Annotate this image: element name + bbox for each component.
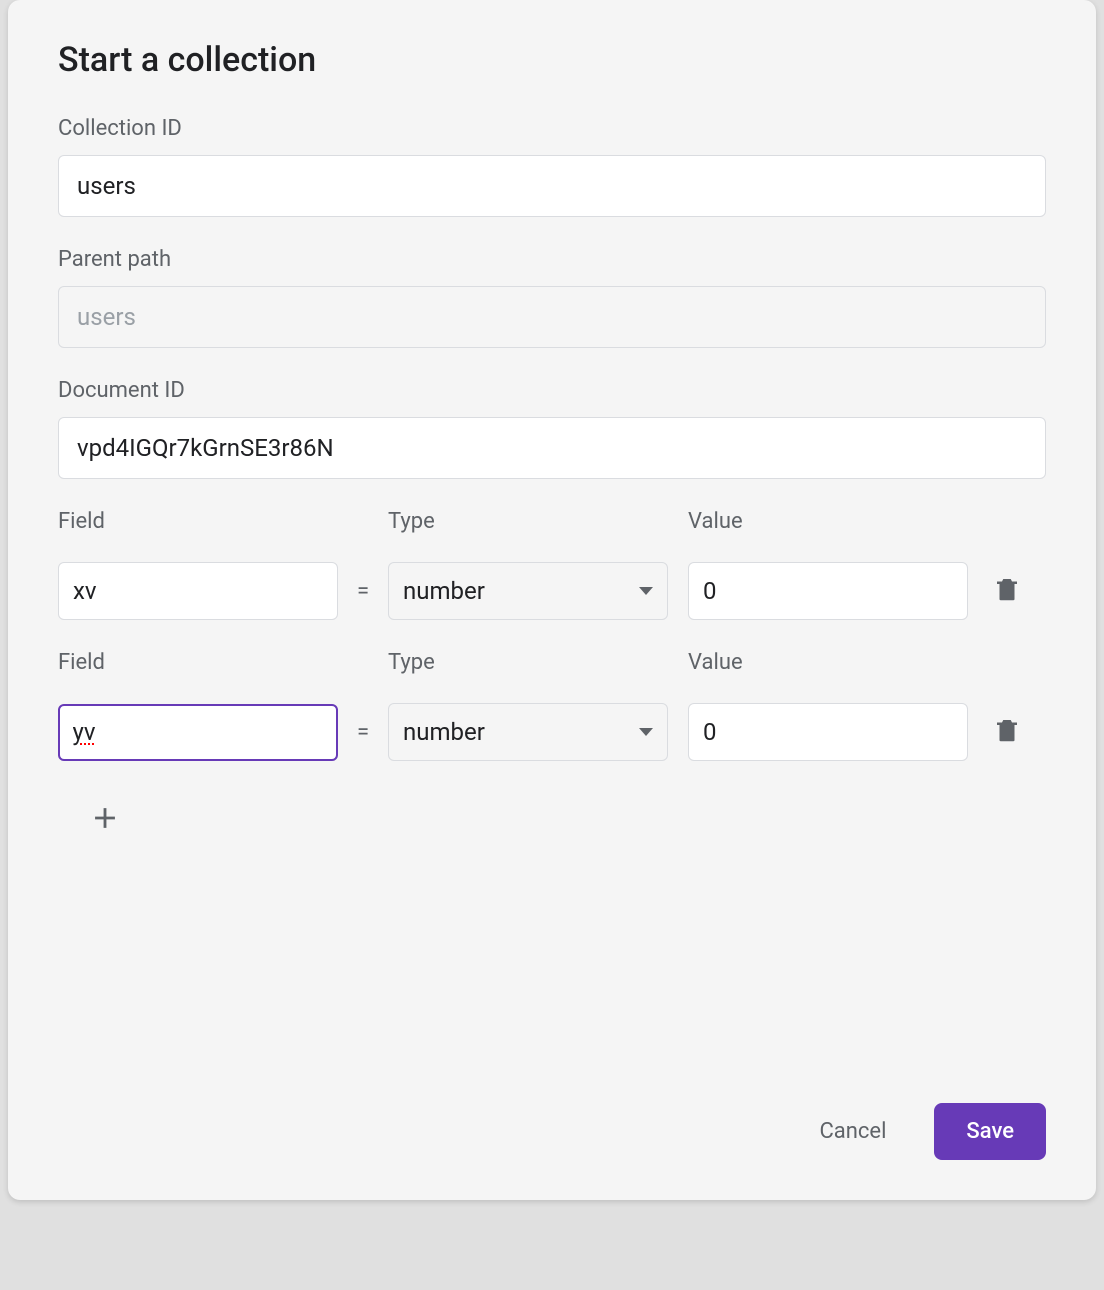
field-name-input[interactable] xyxy=(58,562,338,620)
parent-path-group: Parent path xyxy=(58,247,1046,348)
document-id-input[interactable] xyxy=(58,417,1046,479)
field-type-select[interactable]: number xyxy=(388,562,668,620)
add-field-row xyxy=(88,801,1046,839)
field-inputs: = number xyxy=(58,562,1046,620)
field-type-select[interactable]: number xyxy=(388,703,668,761)
plus-icon[interactable] xyxy=(88,820,122,839)
field-headers: Field Type Value xyxy=(58,650,1046,689)
document-id-label: Document ID xyxy=(58,378,1046,403)
field-inputs: = number xyxy=(58,703,1046,761)
save-button[interactable]: Save xyxy=(934,1103,1046,1160)
field-name-input[interactable] xyxy=(58,704,338,761)
equals-sign: = xyxy=(338,720,388,745)
value-header: Value xyxy=(688,509,968,534)
collection-id-label: Collection ID xyxy=(58,116,1046,141)
type-selected-label: number xyxy=(403,577,485,605)
parent-path-label: Parent path xyxy=(58,247,1046,272)
trash-icon[interactable] xyxy=(992,574,1022,608)
equals-sign: = xyxy=(338,579,388,604)
parent-path-input xyxy=(58,286,1046,348)
chevron-down-icon xyxy=(639,587,653,595)
field-row: Field Type Value = number xyxy=(58,509,1046,620)
trash-icon[interactable] xyxy=(992,715,1022,749)
start-collection-dialog: Start a collection Collection ID Parent … xyxy=(8,0,1096,1200)
field-header: Field xyxy=(58,650,338,675)
field-value-input[interactable] xyxy=(688,703,968,761)
dialog-footer: Cancel Save xyxy=(807,1103,1046,1160)
type-selected-label: number xyxy=(403,718,485,746)
collection-id-group: Collection ID xyxy=(58,116,1046,217)
cancel-button[interactable]: Cancel xyxy=(807,1109,898,1154)
collection-id-input[interactable] xyxy=(58,155,1046,217)
field-header: Field xyxy=(58,509,338,534)
value-header: Value xyxy=(688,650,968,675)
chevron-down-icon xyxy=(639,728,653,736)
field-headers: Field Type Value xyxy=(58,509,1046,548)
type-header: Type xyxy=(388,509,668,534)
field-value-input[interactable] xyxy=(688,562,968,620)
document-id-group: Document ID xyxy=(58,378,1046,479)
field-row: Field Type Value = number xyxy=(58,650,1046,761)
dialog-title: Start a collection xyxy=(58,40,1046,80)
type-header: Type xyxy=(388,650,668,675)
